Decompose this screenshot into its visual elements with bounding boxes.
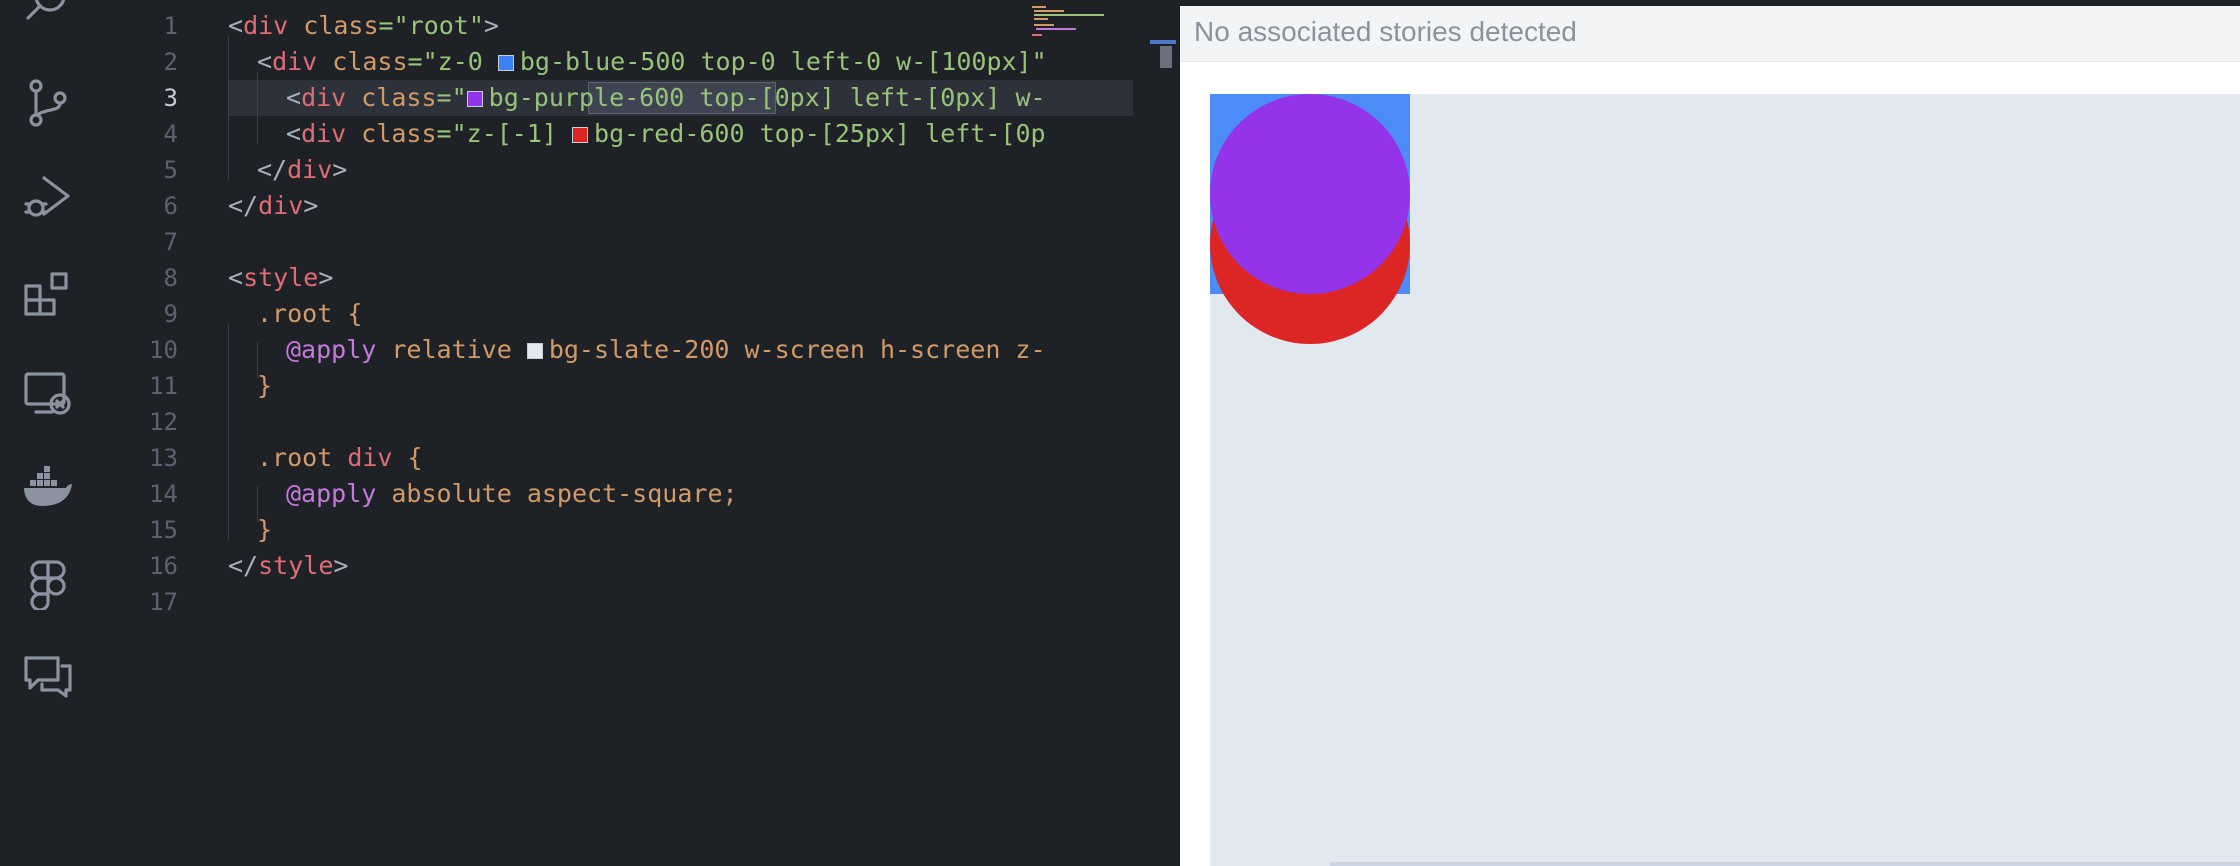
line-number: 2 xyxy=(163,48,178,76)
run-debug-icon[interactable] xyxy=(22,172,74,224)
code-line-3: <div class=" bg-purple-600 top-[0px] left… xyxy=(286,83,1046,112)
selected-text: bg-purple-600 xyxy=(488,83,685,112)
docker-icon[interactable] xyxy=(22,464,74,516)
color-swatch-purple[interactable] xyxy=(466,91,483,107)
line-number-active: 3 xyxy=(163,84,178,112)
code-line-14: @apply absolute aspect-square; xyxy=(286,479,738,508)
activity-bar xyxy=(0,0,100,866)
code-line-9: .root { xyxy=(257,299,363,328)
code-line-4: <div class="z-[-1] bg-red-600 top-[25px]… xyxy=(286,119,1046,148)
line-number: 17 xyxy=(149,588,178,616)
line-number: 5 xyxy=(163,156,178,184)
code-line-16: </style> xyxy=(228,551,349,580)
horizontal-scrollbar[interactable] xyxy=(1330,862,2240,866)
code-line-10: @apply relative bg-slate-200 w-screen h-… xyxy=(286,335,1046,364)
line-number: 7 xyxy=(163,228,178,256)
code-line-2: <div class="z-0 bg-blue-500 top-0 left-0… xyxy=(257,47,1047,76)
color-swatch-red[interactable] xyxy=(572,127,589,143)
line-number: 13 xyxy=(149,444,178,472)
code-line-1: <div class="root"> xyxy=(228,11,499,40)
color-swatch-blue[interactable] xyxy=(497,55,514,71)
line-number: 8 xyxy=(163,264,178,292)
color-swatch-slate[interactable] xyxy=(526,343,543,359)
figma-icon[interactable] xyxy=(22,558,74,612)
line-number: 15 xyxy=(149,516,178,544)
minimap[interactable] xyxy=(1030,0,1140,40)
preview-title: No associated stories detected xyxy=(1194,16,1577,47)
source-control-icon[interactable] xyxy=(22,78,74,130)
split-divider[interactable] xyxy=(1150,0,1180,866)
line-number: 9 xyxy=(163,300,178,328)
line-number: 1 xyxy=(163,12,178,40)
code-line-13: .root div { xyxy=(257,443,423,472)
search-icon[interactable] xyxy=(22,0,74,30)
comments-icon[interactable] xyxy=(22,652,74,704)
code-line-6: </div> xyxy=(228,191,319,220)
scroll-indicator xyxy=(1150,40,1176,44)
line-number: 10 xyxy=(149,336,178,364)
remote-explorer-icon[interactable] xyxy=(22,368,74,420)
code-line-15: } xyxy=(257,515,273,544)
extensions-icon[interactable] xyxy=(22,270,74,322)
line-number: 11 xyxy=(149,372,178,400)
line-number: 12 xyxy=(149,408,178,436)
line-number: 6 xyxy=(163,192,178,220)
code-line-8: <style> xyxy=(228,263,334,292)
line-number: 16 xyxy=(149,552,178,580)
preview-header: No associated stories detected xyxy=(1180,6,2240,62)
scrollbar-thumb[interactable] xyxy=(1160,46,1172,68)
code-line-5: </div> xyxy=(257,155,348,184)
purple-circle xyxy=(1210,94,1410,294)
preview-stage xyxy=(1210,94,2240,866)
line-number: 4 xyxy=(163,120,178,148)
code-editor[interactable]: 1 2 3 4 5 6 7 8 9 10 11 12 13 14 15 16 1… xyxy=(100,0,1151,866)
preview-pane: No associated stories detected xyxy=(1180,6,2240,866)
code-line-11: } xyxy=(257,371,273,400)
line-number: 14 xyxy=(149,480,178,508)
